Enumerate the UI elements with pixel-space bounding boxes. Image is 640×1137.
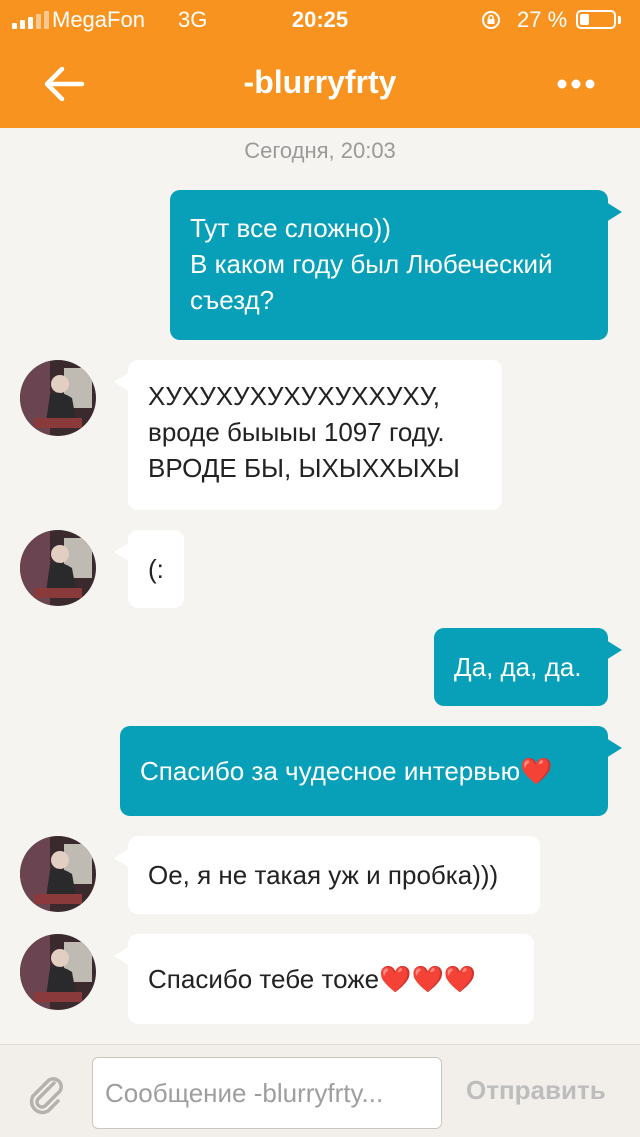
message-text: съезд? bbox=[190, 285, 275, 315]
status-bar: MegaFon 3G 20:25 27 % bbox=[0, 0, 640, 40]
message-bubble-outgoing[interactable]: Спасибо за чудесное интервью❤️ bbox=[120, 726, 622, 816]
message-text: вроде быыыы 1097 году. bbox=[148, 417, 445, 447]
message-text: Тут все сложно)) bbox=[190, 213, 391, 243]
message-composer: Отправить bbox=[0, 1044, 640, 1137]
orientation-lock-icon bbox=[482, 11, 500, 29]
message-bubble-incoming[interactable]: Ое, я не такая уж и пробка))) bbox=[114, 836, 540, 914]
date-separator: Сегодня, 20:03 bbox=[244, 138, 396, 163]
message-bubble-outgoing[interactable]: Тут все сложно)) В каком году был Любече… bbox=[170, 190, 622, 340]
message-bubble-outgoing[interactable]: Да, да, да. bbox=[434, 628, 622, 706]
battery-tip bbox=[618, 16, 621, 24]
message-text: Ое, я не такая уж и пробка))) bbox=[148, 860, 499, 890]
battery-icon bbox=[576, 10, 616, 29]
more-horizontal-icon[interactable] bbox=[552, 70, 600, 98]
paperclip-icon[interactable] bbox=[24, 1071, 68, 1115]
message-text: Спасибо за чудесное интервью❤️ bbox=[140, 756, 553, 786]
message-text: ВРОДЕ БЫ, ЫХЫХХЫХЫ bbox=[148, 453, 460, 483]
battery-percent: 27 % bbox=[517, 7, 568, 32]
message-text: (: bbox=[148, 554, 164, 584]
message-text: ХУХУХУХУХУХУХХУХУ, bbox=[148, 381, 440, 411]
chat-title: -blurryfrty bbox=[243, 64, 397, 100]
avatar[interactable] bbox=[20, 530, 96, 606]
message-input[interactable] bbox=[92, 1057, 442, 1129]
message-text: В каком году был Любеческий bbox=[190, 249, 553, 279]
message-text: Да, да, да. bbox=[454, 652, 582, 682]
message-text: Спасибо тебе тоже❤️❤️❤️ bbox=[148, 964, 477, 994]
top-bar: MegaFon 3G 20:25 27 % -blurryfrty bbox=[0, 0, 640, 128]
send-button[interactable]: Отправить bbox=[466, 1075, 606, 1106]
message-bubble-incoming[interactable]: (: bbox=[114, 530, 184, 608]
avatar[interactable] bbox=[20, 934, 96, 1010]
message-bubble-incoming[interactable]: Спасибо тебе тоже❤️❤️❤️ bbox=[114, 934, 534, 1024]
message-bubble-incoming[interactable]: ХУХУХУХУХУХУХХУХУ, вроде быыыы 1097 году… bbox=[114, 360, 502, 510]
avatar[interactable] bbox=[20, 360, 96, 436]
chat-header: -blurryfrty bbox=[0, 40, 640, 128]
avatar[interactable] bbox=[20, 836, 96, 912]
